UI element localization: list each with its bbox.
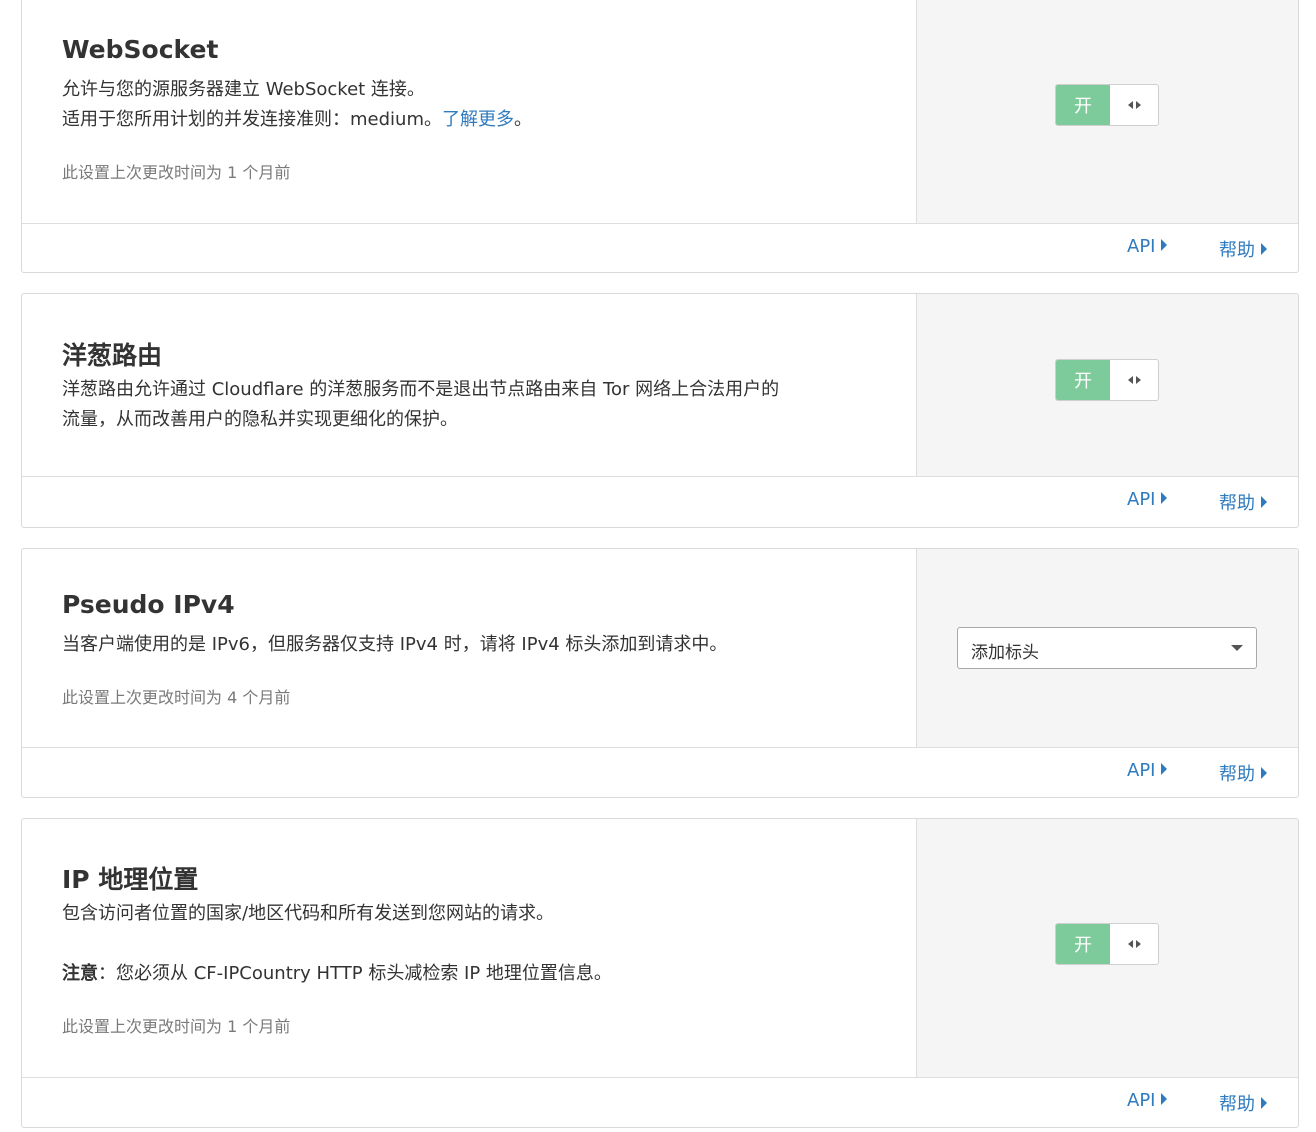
learn-more-link[interactable]: 了解更多 <box>442 109 514 130</box>
pseudo-ipv4-footer: API 帮助 <box>22 748 1298 797</box>
websocket-toggle[interactable]: 开 <box>1055 84 1159 126</box>
ip-geolocation-note: 注意：您必须从 CF-IPCountry HTTP 标头减检索 IP 地理位置信… <box>62 959 882 989</box>
websocket-info: WebSocket 允许与您的源服务器建立 WebSocket 连接。 适用于您… <box>22 0 916 223</box>
websocket-footer: API 帮助 <box>22 224 1298 272</box>
caret-right-icon <box>1161 492 1168 504</box>
toggle-on-label: 开 <box>1056 360 1110 400</box>
onion-routing-control-panel: 开 <box>916 294 1298 476</box>
select-value: 添加标头 <box>971 643 1039 663</box>
websocket-desc-line1: 允许与您的源服务器建立 WebSocket 连接。 <box>62 79 425 100</box>
ip-geolocation-footer: API 帮助 <box>22 1078 1298 1127</box>
help-link[interactable]: 帮助 <box>1219 760 1267 786</box>
api-link[interactable]: API <box>1127 760 1168 781</box>
toggle-handle-icon <box>1110 85 1158 125</box>
ip-geolocation-last-modified: 此设置上次更改时间为 1 个月前 <box>62 1017 291 1036</box>
pseudo-ipv4-description: 当客户端使用的是 IPv6，但服务器仅支持 IPv4 时，请将 IPv4 标头添… <box>62 630 882 660</box>
onion-desc-line2: 流量，从而改善用户的隐私并实现更细化的保护。 <box>62 409 458 430</box>
caret-right-icon <box>1161 239 1168 251</box>
pseudo-ipv4-last-modified: 此设置上次更改时间为 4 个月前 <box>62 688 291 707</box>
caret-right-icon <box>1261 496 1267 508</box>
onion-routing-title: 洋葱路由 <box>62 341 163 370</box>
toggle-on-label: 开 <box>1056 85 1110 125</box>
toggle-on-label: 开 <box>1056 924 1110 964</box>
onion-routing-description: 洋葱路由允许通过 Cloudflare 的洋葱服务而不是退出节点路由来自 Tor… <box>62 375 882 435</box>
chevron-down-icon <box>1231 645 1243 651</box>
pseudo-ipv4-card: Pseudo IPv4 当客户端使用的是 IPv6，但服务器仅支持 IPv4 时… <box>21 548 1299 798</box>
websocket-title: WebSocket <box>62 35 219 64</box>
note-label: 注意 <box>62 963 98 984</box>
pseudo-ipv4-select[interactable]: 添加标头 <box>957 627 1257 669</box>
pseudo-ipv4-info: Pseudo IPv4 当客户端使用的是 IPv6，但服务器仅支持 IPv4 时… <box>22 549 916 747</box>
websocket-card: WebSocket 允许与您的源服务器建立 WebSocket 连接。 适用于您… <box>21 0 1299 273</box>
ip-geolocation-card: IP 地理位置 包含访问者位置的国家/地区代码和所有发送到您网站的请求。 注意：… <box>21 818 1299 1128</box>
note-text: ：您必须从 CF-IPCountry HTTP 标头减检索 IP 地理位置信息。 <box>98 963 612 984</box>
ip-geolocation-control-panel: 开 <box>916 819 1298 1077</box>
caret-right-icon <box>1161 763 1168 775</box>
ip-geolocation-desc-line1: 包含访问者位置的国家/地区代码和所有发送到您网站的请求。 <box>62 903 555 924</box>
caret-right-icon <box>1261 243 1267 255</box>
onion-routing-footer: API 帮助 <box>22 477 1298 527</box>
toggle-handle-icon <box>1110 360 1158 400</box>
onion-routing-info: 洋葱路由 洋葱路由允许通过 Cloudflare 的洋葱服务而不是退出节点路由来… <box>22 294 916 476</box>
websocket-desc-line2: 适用于您所用计划的并发连接准则：medium。了解更多。 <box>62 109 532 130</box>
ip-geolocation-info: IP 地理位置 包含访问者位置的国家/地区代码和所有发送到您网站的请求。 注意：… <box>22 819 916 1077</box>
api-link[interactable]: API <box>1127 489 1168 510</box>
pseudo-ipv4-control-panel: 添加标头 <box>916 549 1298 747</box>
ip-geolocation-description: 包含访问者位置的国家/地区代码和所有发送到您网站的请求。 <box>62 899 882 929</box>
help-link[interactable]: 帮助 <box>1219 1090 1267 1116</box>
caret-right-icon <box>1161 1093 1168 1105</box>
onion-routing-toggle[interactable]: 开 <box>1055 359 1159 401</box>
onion-desc-line1: 洋葱路由允许通过 Cloudflare 的洋葱服务而不是退出节点路由来自 Tor… <box>62 379 780 400</box>
ip-geolocation-title: IP 地理位置 <box>62 865 199 894</box>
toggle-handle-icon <box>1110 924 1158 964</box>
ip-geolocation-toggle[interactable]: 开 <box>1055 923 1159 965</box>
websocket-description: 允许与您的源服务器建立 WebSocket 连接。 适用于您所用计划的并发连接准… <box>62 75 882 135</box>
api-link[interactable]: API <box>1127 1090 1168 1111</box>
websocket-control-panel: 开 <box>916 0 1298 223</box>
pseudo-ipv4-title: Pseudo IPv4 <box>62 590 235 619</box>
api-link[interactable]: API <box>1127 236 1168 257</box>
websocket-last-modified: 此设置上次更改时间为 1 个月前 <box>62 163 291 182</box>
pseudo-ipv4-desc-line1: 当客户端使用的是 IPv6，但服务器仅支持 IPv4 时，请将 IPv4 标头添… <box>62 634 728 655</box>
onion-routing-card: 洋葱路由 洋葱路由允许通过 Cloudflare 的洋葱服务而不是退出节点路由来… <box>21 293 1299 528</box>
help-link[interactable]: 帮助 <box>1219 236 1267 262</box>
help-link[interactable]: 帮助 <box>1219 489 1267 515</box>
caret-right-icon <box>1261 1097 1267 1109</box>
caret-right-icon <box>1261 767 1267 779</box>
